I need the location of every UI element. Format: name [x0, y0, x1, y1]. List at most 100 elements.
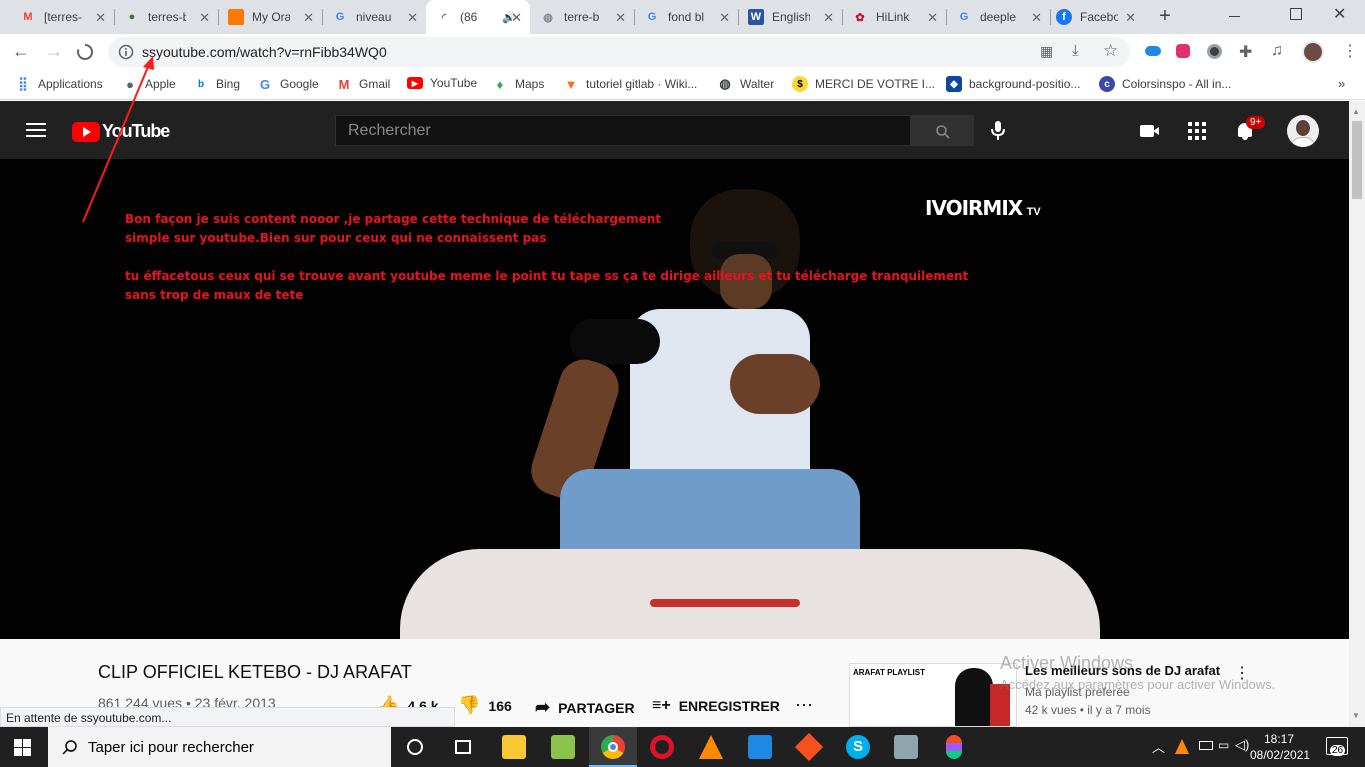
bookmark-walter[interactable]: ◍ Walter	[717, 76, 774, 92]
bookmark-google[interactable]: G Google	[257, 76, 319, 92]
bookmarks-bar: ⣿ Applications ● Apple b Bing G Google M Gmai…	[0, 70, 1365, 100]
save-button[interactable]: ≡+ ENREGISTRER	[652, 697, 780, 715]
taskbar-search-input[interactable]: Taper ici pour rechercher	[48, 727, 391, 767]
bookmark-background-position[interactable]: ◆ background-positio...	[946, 76, 1080, 92]
clock-date[interactable]: 08/02/2021	[1250, 748, 1310, 762]
tab-close-icon[interactable]: ✕	[407, 10, 418, 26]
file-explorer-icon[interactable]	[502, 735, 526, 759]
tab-close-icon[interactable]: ✕	[1031, 10, 1042, 26]
minimize-button[interactable]	[1225, 8, 1245, 24]
bookmark-gmail[interactable]: M Gmail	[336, 76, 391, 92]
url-text[interactable]: ssyoutube.com/watch?v=rnFibb34WQ0	[142, 44, 387, 60]
more-bookmarks-chevron-icon[interactable]: »	[1338, 76, 1345, 91]
bookmark-star-icon[interactable]: ☆	[1103, 41, 1118, 61]
vlc-tray-icon[interactable]	[1175, 739, 1189, 754]
tray-chevron-icon[interactable]: ︿	[1152, 737, 1165, 756]
clock-time[interactable]: 18:17	[1264, 732, 1294, 746]
sourcetree-icon[interactable]	[794, 732, 824, 762]
bookmark-maps[interactable]: ♦ Maps	[492, 76, 545, 92]
search-button[interactable]	[910, 115, 974, 146]
browser-tab[interactable]: ✿ HiLink ✕	[842, 0, 946, 34]
browser-tab[interactable]: ◍ terre-b ✕	[530, 0, 634, 34]
tab-title: deeple	[980, 10, 1017, 24]
tab-close-icon[interactable]: ✕	[303, 10, 314, 26]
address-bar[interactable]: ssyoutube.com/watch?v=rnFibb34WQ0 ▦ ⤓ ☆	[108, 37, 1130, 67]
more-menu-icon[interactable]: ⋮	[1342, 41, 1358, 61]
info-icon[interactable]	[118, 44, 134, 60]
scrollbar-thumb[interactable]	[1352, 121, 1362, 199]
bookmark-applications[interactable]: ⣿ Applications	[15, 76, 102, 92]
bookmark-apple[interactable]: ● Apple	[122, 76, 176, 92]
skype-icon[interactable]: S	[846, 735, 870, 759]
onedrive-extension-icon[interactable]	[1145, 46, 1161, 56]
cortana-icon[interactable]	[407, 739, 423, 755]
media-control-icon[interactable]: ♫	[1271, 42, 1283, 60]
figma-icon[interactable]	[946, 735, 962, 759]
tab-close-icon[interactable]: ✕	[823, 10, 834, 26]
create-video-icon[interactable]	[1140, 125, 1159, 137]
playlist-thumbnail[interactable]: ARAFAT PLAYLIST	[849, 663, 1017, 727]
apps-grid-icon[interactable]	[1188, 122, 1206, 140]
page-scrollbar[interactable]: ▲ ▼	[1349, 101, 1365, 727]
battery-icon[interactable]	[1199, 741, 1213, 750]
dislike-button[interactable]: 👎 166	[458, 695, 512, 716]
search-input[interactable]: Rechercher	[335, 115, 911, 146]
browser-tab[interactable]: Gfond bl ✕	[634, 0, 738, 34]
notepad-plus-icon[interactable]	[551, 735, 575, 759]
vlc-icon[interactable]	[699, 735, 723, 759]
youtube-wordmark: YouTube	[102, 121, 170, 141]
new-tab-button[interactable]: +	[1155, 6, 1175, 28]
bookmark-gitlab[interactable]: ▼ tutoriel gitlab · Wiki...	[563, 76, 698, 92]
more-actions-icon[interactable]: ⋯	[795, 695, 813, 716]
extensions-puzzle-icon[interactable]: ✚	[1239, 42, 1252, 62]
back-arrow-icon[interactable]: ←	[12, 41, 30, 62]
tab-close-icon[interactable]: ✕	[719, 10, 730, 26]
youtube-logo[interactable]: YouTube	[72, 121, 170, 142]
profile-avatar[interactable]	[1302, 41, 1324, 63]
tab-close-icon[interactable]: ✕	[511, 10, 522, 26]
windows-start-icon[interactable]	[14, 739, 31, 756]
browser-tab[interactable]: M [terres- ✕	[10, 0, 114, 34]
install-icon[interactable]: ⤓	[1072, 42, 1079, 59]
tab-close-icon[interactable]: ✕	[1125, 10, 1136, 26]
loading-spinner-icon[interactable]	[76, 43, 94, 61]
browser-tab[interactable]: Gdeeple ✕	[946, 0, 1050, 34]
vscode-icon[interactable]	[748, 735, 772, 759]
tab-close-icon[interactable]: ✕	[615, 10, 626, 26]
forward-arrow-icon[interactable]: →	[45, 41, 63, 62]
bookmark-colorsinspo[interactable]: c Colorsinspo - All in...	[1099, 76, 1231, 92]
bookmark-youtube[interactable]: ▶ YouTube	[407, 76, 477, 90]
gmail-icon: M	[338, 76, 350, 92]
restore-button[interactable]	[1290, 8, 1302, 20]
volume-icon[interactable]: ◁)	[1235, 737, 1249, 753]
share-button[interactable]: ➦ PARTAGER	[535, 697, 635, 718]
gitlab-icon: ▼	[564, 76, 578, 92]
tab-close-icon[interactable]: ✕	[95, 10, 106, 26]
instagram-extension-icon[interactable]	[1176, 44, 1190, 58]
user-avatar[interactable]	[1287, 115, 1319, 147]
bookmark-bing[interactable]: b Bing	[193, 76, 240, 92]
browser-tab[interactable]: My Ora ✕	[218, 0, 322, 34]
bookmark-merci[interactable]: $ MERCI DE VOTRE I...	[792, 76, 935, 92]
browser-tab[interactable]: ◜ (86 🔊 ✕	[426, 0, 530, 34]
browser-tab[interactable]: Gniveau ✕	[322, 0, 426, 34]
network-icon[interactable]: ▭	[1218, 738, 1229, 752]
task-view-icon[interactable]	[455, 740, 471, 754]
tab-title: My Ora	[252, 10, 290, 24]
browser-tab[interactable]: W English ✕	[738, 0, 842, 34]
opera-icon[interactable]	[650, 735, 674, 759]
activate-windows-subtitle: Accédez aux paramètres pour activer Wind…	[1000, 677, 1276, 692]
close-window-button[interactable]: ✕	[1333, 4, 1346, 24]
remote-desktop-icon[interactable]	[894, 735, 918, 759]
smiley-icon: $	[792, 76, 808, 92]
browser-tab[interactable]: ● terres-b ✕	[114, 0, 218, 34]
tab-close-icon[interactable]: ✕	[199, 10, 210, 26]
chrome-taskbar-active[interactable]	[589, 727, 637, 767]
video-player[interactable]: IVOIRMIX TV Bon façon je suis content no…	[0, 159, 1349, 639]
qr-code-icon[interactable]: ▦	[1040, 43, 1053, 60]
browser-tab[interactable]: f Facebo ✕	[1046, 0, 1144, 34]
tab-close-icon[interactable]: ✕	[927, 10, 938, 26]
dark-mode-extension-icon[interactable]	[1207, 44, 1222, 59]
hamburger-menu-icon[interactable]	[26, 123, 46, 137]
microphone-icon[interactable]	[990, 120, 1006, 142]
